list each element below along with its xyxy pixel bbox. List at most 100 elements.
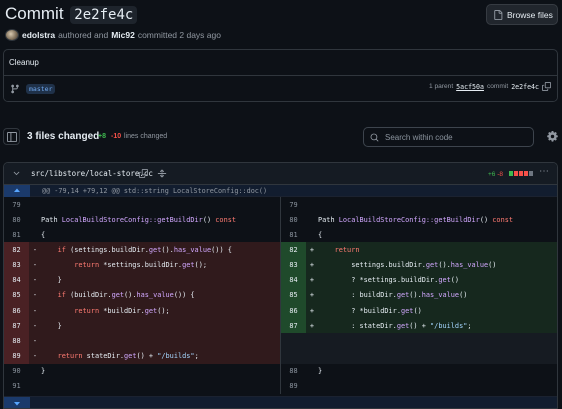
code-token: get xyxy=(144,306,158,315)
line-number[interactable]: 91 xyxy=(4,379,29,394)
code-content: } xyxy=(41,276,280,284)
file-header: src/libstore/local-store.cc +6 -8 ⋯ xyxy=(4,163,557,185)
new-side: 79 80 Path LocalBuildStoreConfig::getBuild… xyxy=(280,197,557,405)
code-content: settings.buildDir.get().has_value() xyxy=(318,261,557,269)
line-number[interactable]: 80 xyxy=(281,212,306,227)
code-token: ? *settings.buildDir. xyxy=(318,276,439,285)
file-additions: +6 xyxy=(488,171,496,178)
expand-down-button[interactable] xyxy=(4,397,30,408)
branch-label[interactable]: master xyxy=(26,84,56,94)
avatar[interactable] xyxy=(5,28,19,41)
code-token: () xyxy=(413,306,422,315)
line-number[interactable]: 87 xyxy=(4,318,29,334)
line-number[interactable]: 90 xyxy=(4,364,29,379)
code-token: get xyxy=(438,276,451,285)
commit-header: Commit 2e2fe4c Browse files xyxy=(5,2,558,26)
diff-line: 89 xyxy=(281,379,557,394)
file-diff: src/libstore/local-store.cc +6 -8 ⋯ @@ -… xyxy=(3,162,558,409)
committer-link[interactable]: Mic92 xyxy=(111,30,135,40)
diff-sign: - xyxy=(32,351,38,360)
diff-line: 82 + return xyxy=(281,242,557,258)
diffstat-blocks xyxy=(509,171,533,176)
file-deletions: -8 xyxy=(497,171,504,178)
code-token: } xyxy=(41,321,62,330)
diff-line: 79 xyxy=(281,197,557,212)
gear-icon[interactable] xyxy=(547,131,558,142)
copy-path-icon[interactable] xyxy=(139,169,148,178)
code-token: LocalBuildStoreConfig::getBuildDir xyxy=(338,215,480,224)
code-token: (settings.buildDir. xyxy=(65,245,149,254)
code-content: } xyxy=(41,322,280,330)
author-line: edolstra authored and Mic92 committed 2 … xyxy=(5,28,221,41)
line-number[interactable]: 81 xyxy=(4,227,29,242)
copy-icon[interactable] xyxy=(542,82,551,91)
expand-up-button[interactable] xyxy=(4,184,30,197)
line-number[interactable]: 81 xyxy=(281,227,306,242)
code-token: (); xyxy=(157,306,170,315)
hunk-text: @@ -79,14 +79,12 @@ std::string LocalSto… xyxy=(42,186,268,195)
line-number[interactable]: 86 xyxy=(281,302,306,319)
line-number[interactable]: 89 xyxy=(281,379,306,394)
code-token: ? *buildDir. xyxy=(318,306,401,315)
search-within-code[interactable] xyxy=(363,127,534,147)
search-input[interactable] xyxy=(385,132,525,142)
line-number[interactable]: 84 xyxy=(4,272,29,288)
code-token: : stateDir. xyxy=(318,321,397,330)
code-token: get xyxy=(425,261,439,270)
line-number[interactable]: 80 xyxy=(4,212,29,227)
line-number[interactable]: 79 xyxy=(281,197,306,212)
code-token: has_value xyxy=(421,291,460,300)
code-token: () xyxy=(202,215,216,224)
code-token: settings.buildDir. xyxy=(318,261,426,270)
diff-line: 81 { xyxy=(281,227,557,242)
code-content: } xyxy=(41,367,280,375)
parent-sha-link[interactable]: 5acf50a xyxy=(456,83,484,91)
code-token: (buildDir. xyxy=(65,291,112,300)
line-number[interactable]: 83 xyxy=(281,257,306,273)
file-stats: +6 -8 xyxy=(488,171,503,178)
code-content: return xyxy=(318,246,557,254)
line-number[interactable]: 86 xyxy=(4,302,29,319)
browse-files-button[interactable]: Browse files xyxy=(486,4,558,25)
diff-line xyxy=(281,348,557,364)
file-path[interactable]: src/libstore/local-store.cc xyxy=(31,169,153,178)
line-number[interactable]: 82 xyxy=(281,242,306,258)
code-token: *settings.buildDir. xyxy=(99,261,183,270)
line-number[interactable]: 89 xyxy=(4,348,29,364)
line-number[interactable]: 88 xyxy=(281,364,306,379)
kebab-menu-icon[interactable]: ⋯ xyxy=(539,166,549,177)
line-number[interactable]: 83 xyxy=(4,257,29,273)
diff-sign: + xyxy=(309,291,315,300)
code-token: (). xyxy=(409,291,422,300)
author-link[interactable]: edolstra xyxy=(22,30,55,40)
split-diff: 79 80 Path LocalBuildStoreConfig::getBuild… xyxy=(4,197,557,405)
diff-line: 83 + settings.buildDir.get().has_value() xyxy=(281,257,557,273)
code-token: "/builds" xyxy=(430,321,468,330)
code-token: () + xyxy=(409,321,431,330)
line-number[interactable] xyxy=(281,333,306,349)
code-content: ? *buildDir.get() xyxy=(318,307,557,315)
code-token: ()) { xyxy=(211,245,232,254)
line-number[interactable]: 79 xyxy=(4,197,29,212)
browse-files-label: Browse files xyxy=(507,9,553,20)
file-tree-toggle-button[interactable] xyxy=(3,128,20,145)
diff-line: 84 + ? *settings.buildDir.get() xyxy=(281,272,557,288)
code-content: : buildDir.get().has_value() xyxy=(318,291,557,299)
line-number[interactable]: 85 xyxy=(4,287,29,303)
line-number[interactable] xyxy=(281,348,306,364)
diffstat-block-del xyxy=(519,171,523,176)
diff-line: 82- if (settings.buildDir.get().has_valu… xyxy=(4,242,280,258)
chevron-down-icon[interactable] xyxy=(12,169,21,178)
line-number[interactable]: 82 xyxy=(4,242,29,258)
diff-sign: - xyxy=(32,291,38,300)
diffstat-block-add xyxy=(509,171,513,176)
line-number[interactable]: 87 xyxy=(281,318,306,334)
line-number[interactable]: 84 xyxy=(281,272,306,288)
code-content: if (buildDir.get().has_value()) { xyxy=(41,291,280,299)
line-number[interactable]: 85 xyxy=(281,287,306,303)
expand-all-icon[interactable] xyxy=(157,168,167,179)
line-number[interactable]: 88 xyxy=(4,333,29,349)
diffstat-block-neutral xyxy=(529,171,533,176)
